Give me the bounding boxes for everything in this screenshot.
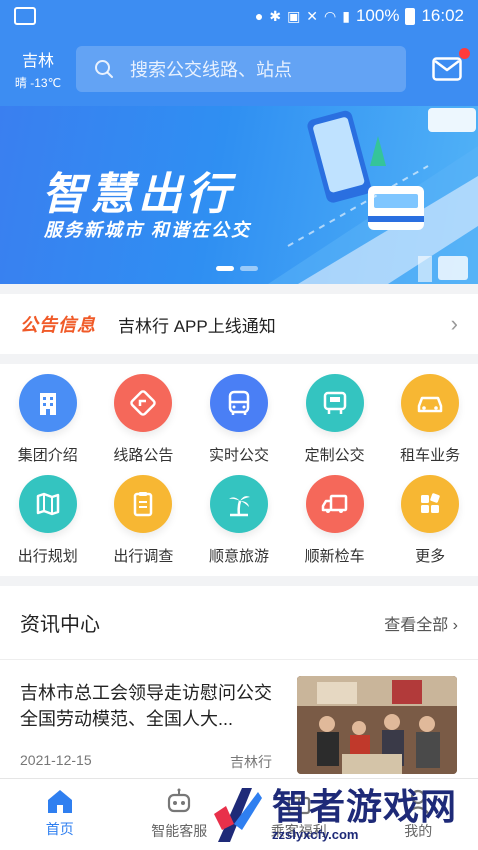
service-custom-bus[interactable]: 定制公交 bbox=[287, 374, 383, 475]
notice-tag: 公告信息 bbox=[20, 315, 96, 335]
robot-icon bbox=[168, 788, 191, 813]
clipboard-icon bbox=[114, 475, 173, 533]
article-date: 2021-12-15 bbox=[20, 752, 92, 768]
service-label: 线路公告 bbox=[113, 447, 174, 464]
bluetooth-icon: ✱ bbox=[269, 7, 282, 24]
service-travel[interactable]: 顺意旅游 bbox=[191, 475, 287, 576]
battery-level: 100% bbox=[355, 6, 400, 25]
service-label: 定制公交 bbox=[304, 447, 365, 464]
search-icon bbox=[95, 60, 113, 78]
service-label: 集团介绍 bbox=[17, 447, 78, 464]
service-label: 租车业务 bbox=[400, 447, 461, 464]
news-section: 资讯中心 查看全部 › 吉林市总工会领导走访慰问公交全国劳动模范、全国人大...… bbox=[0, 586, 478, 782]
news-title: 资讯中心 bbox=[20, 614, 100, 636]
building-icon bbox=[18, 374, 77, 432]
search-input[interactable]: 搜索公交线路、站点 bbox=[76, 46, 406, 92]
car-icon bbox=[401, 374, 460, 432]
service-route-notice[interactable]: 线路公告 bbox=[96, 374, 192, 475]
tab-label: 智能客服 bbox=[151, 823, 208, 839]
view-all-label: 查看全部 bbox=[384, 616, 449, 634]
message-button[interactable] bbox=[430, 48, 470, 86]
tab-home[interactable]: 首页 bbox=[0, 779, 120, 850]
wifi-icon: ◠ bbox=[324, 7, 337, 24]
promo-banner[interactable]: 智慧出行 服务新城市 和谐在公交 bbox=[0, 106, 478, 284]
service-car-rental[interactable]: 租车业务 bbox=[382, 374, 478, 475]
tab-label: 首页 bbox=[45, 821, 74, 837]
banner-pagination bbox=[216, 266, 258, 271]
service-label: 更多 bbox=[415, 548, 446, 565]
service-trip-survey[interactable]: 出行调查 bbox=[96, 475, 192, 576]
notice-text: 吉林行 APP上线通知 bbox=[118, 316, 276, 336]
banner-dot[interactable] bbox=[240, 266, 258, 271]
news-article[interactable]: 吉林市总工会领导走访慰问公交全国劳动模范、全国人大... 2021-12-15 … bbox=[20, 676, 458, 776]
service-group-intro[interactable]: 集团介绍 bbox=[0, 374, 96, 475]
location-icon: ● bbox=[254, 8, 264, 24]
service-trip-planning[interactable]: 出行规划 bbox=[0, 475, 96, 576]
article-title: 吉林市总工会领导走访慰问公交全国劳动模范、全国人大... bbox=[20, 683, 272, 729]
unread-dot bbox=[459, 48, 470, 59]
city-bus-illustration bbox=[268, 108, 478, 284]
service-grid: 集团介绍 线路公告 实时公交 定制公交 租车业务 出行规划 出行调查 顺意旅游 … bbox=[0, 364, 478, 576]
palm-tree-icon bbox=[209, 475, 268, 533]
weather-text: 晴 -13℃ bbox=[14, 76, 62, 90]
battery-icon bbox=[405, 7, 416, 25]
banner-dot[interactable] bbox=[216, 266, 234, 271]
more-grid-icon bbox=[401, 475, 460, 533]
status-bar: ● ✱ ▣ ✕ ◠ ▮ 100% 16:02 bbox=[0, 0, 478, 32]
mute-icon: ✕ bbox=[306, 7, 319, 24]
signal-icon: ▮ bbox=[342, 7, 350, 24]
banner-subtitle: 服务新城市 和谐在公交 bbox=[44, 220, 251, 240]
search-placeholder: 搜索公交线路、站点 bbox=[130, 60, 292, 80]
service-realtime-bus[interactable]: 实时公交 bbox=[191, 374, 287, 475]
truck-icon bbox=[305, 475, 364, 533]
bus-icon bbox=[209, 374, 268, 432]
article-thumbnail bbox=[297, 676, 457, 774]
service-label: 顺新检车 bbox=[304, 548, 365, 565]
service-label: 出行调查 bbox=[113, 548, 174, 565]
map-icon bbox=[18, 475, 77, 533]
service-label: 出行规划 bbox=[17, 548, 78, 565]
city-weather[interactable]: 吉林 晴 -13℃ bbox=[14, 47, 62, 91]
watermark: 智者游戏网 zzslyxcfy.com bbox=[212, 778, 478, 850]
mail-icon bbox=[432, 57, 462, 81]
watermark-url: zzslyxcfy.com bbox=[272, 826, 359, 842]
app-notification-icon bbox=[14, 7, 36, 25]
clock: 16:02 bbox=[421, 6, 464, 25]
article-source: 吉林行 bbox=[230, 754, 272, 770]
service-label: 顺意旅游 bbox=[208, 548, 269, 565]
notice-bar[interactable]: 公告信息 吉林行 APP上线通知 › bbox=[0, 294, 478, 354]
watermark-logo-icon bbox=[214, 788, 262, 842]
service-more[interactable]: 更多 bbox=[382, 475, 478, 576]
home-icon bbox=[47, 790, 72, 813]
service-label: 实时公交 bbox=[208, 447, 269, 464]
view-all-link[interactable]: 查看全部 › bbox=[384, 611, 458, 635]
chevron-right-icon: › bbox=[450, 311, 458, 336]
nfc-icon: ▣ bbox=[287, 7, 301, 24]
header: 吉林 晴 -13℃ 搜索公交线路、站点 bbox=[0, 32, 478, 106]
city-name: 吉林 bbox=[21, 53, 54, 70]
bus-stop-icon bbox=[305, 374, 364, 432]
service-vehicle-inspection[interactable]: 顺新检车 bbox=[287, 475, 383, 576]
route-sign-icon bbox=[114, 374, 173, 432]
news-header: 资讯中心 查看全部 › bbox=[0, 586, 478, 660]
banner-title: 智慧出行 bbox=[42, 170, 234, 219]
watermark-brand: 智者游戏网 bbox=[272, 785, 458, 827]
